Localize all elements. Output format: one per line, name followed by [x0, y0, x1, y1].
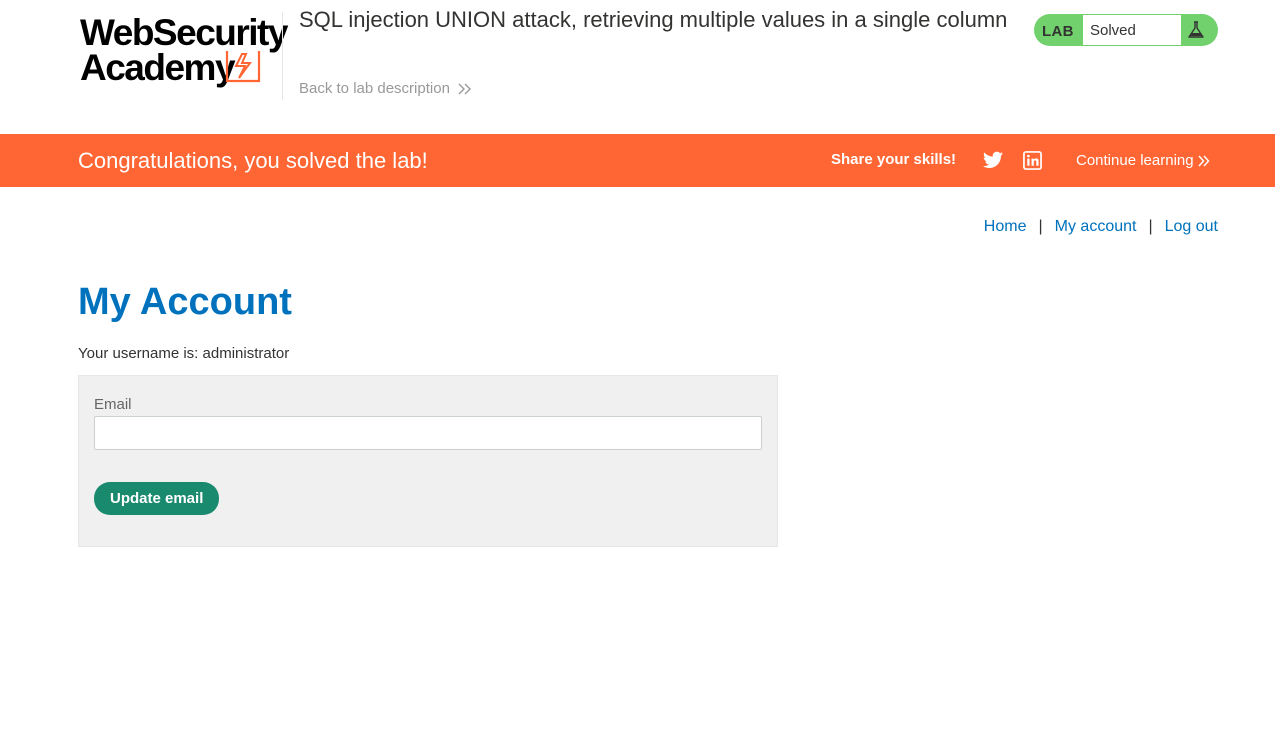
- flask-icon: [1188, 21, 1204, 38]
- continue-learning-link[interactable]: Continue learning: [1076, 152, 1210, 169]
- lab-status-widget: LAB Solved: [1034, 14, 1218, 46]
- lightning-bolt-icon: [225, 51, 261, 83]
- lab-title: SQL injection UNION attack, retrieving m…: [299, 7, 1008, 32]
- logo-text-line1: WebSecurity: [80, 12, 288, 53]
- nav-link-home[interactable]: Home: [984, 218, 1027, 236]
- nav-separator: |: [1038, 218, 1043, 235]
- lab-status-box: Solved: [1083, 15, 1181, 45]
- nav-separator: |: [1148, 218, 1153, 235]
- continue-learning-label: Continue learning: [1076, 152, 1194, 169]
- back-link-label: Back to lab description: [299, 80, 450, 97]
- linkedin-icon[interactable]: [1023, 151, 1042, 170]
- logo-text-line2: Academy: [80, 47, 236, 88]
- email-field[interactable]: [94, 416, 762, 450]
- double-chevron-right-icon: [458, 83, 471, 95]
- double-chevron-right-icon: [1198, 154, 1210, 167]
- web-security-academy-logo[interactable]: WebSecurity Academy: [78, 12, 288, 88]
- username-prefix: Your username is:: [78, 345, 203, 362]
- twitter-icon[interactable]: [983, 151, 1003, 169]
- back-to-lab-description-link[interactable]: Back to lab description: [299, 80, 472, 97]
- congratulations-message: Congratulations, you solved the lab!: [78, 148, 428, 173]
- change-email-form: Email Update email: [78, 375, 778, 547]
- header-divider: [282, 12, 283, 100]
- lab-status-tag: LAB: [1042, 23, 1074, 40]
- congratulations-banner: Congratulations, you solved the lab! Sha…: [0, 134, 1275, 187]
- update-email-button[interactable]: Update email: [94, 482, 220, 515]
- username-line: Your username is: administrator: [78, 345, 289, 362]
- lab-header: WebSecurity Academy SQL injection UNION …: [0, 0, 1275, 134]
- nav-link-my-account[interactable]: My account: [1055, 218, 1137, 236]
- username-value: administrator: [202, 345, 290, 362]
- nav-link-log-out[interactable]: Log out: [1165, 218, 1218, 236]
- lab-status-value: Solved: [1090, 22, 1136, 39]
- share-skills-label: Share your skills!: [831, 151, 957, 168]
- top-navigation: Home | My account | Log out: [984, 218, 1218, 236]
- email-label: Email: [94, 396, 132, 413]
- page-title: My Account: [78, 281, 292, 323]
